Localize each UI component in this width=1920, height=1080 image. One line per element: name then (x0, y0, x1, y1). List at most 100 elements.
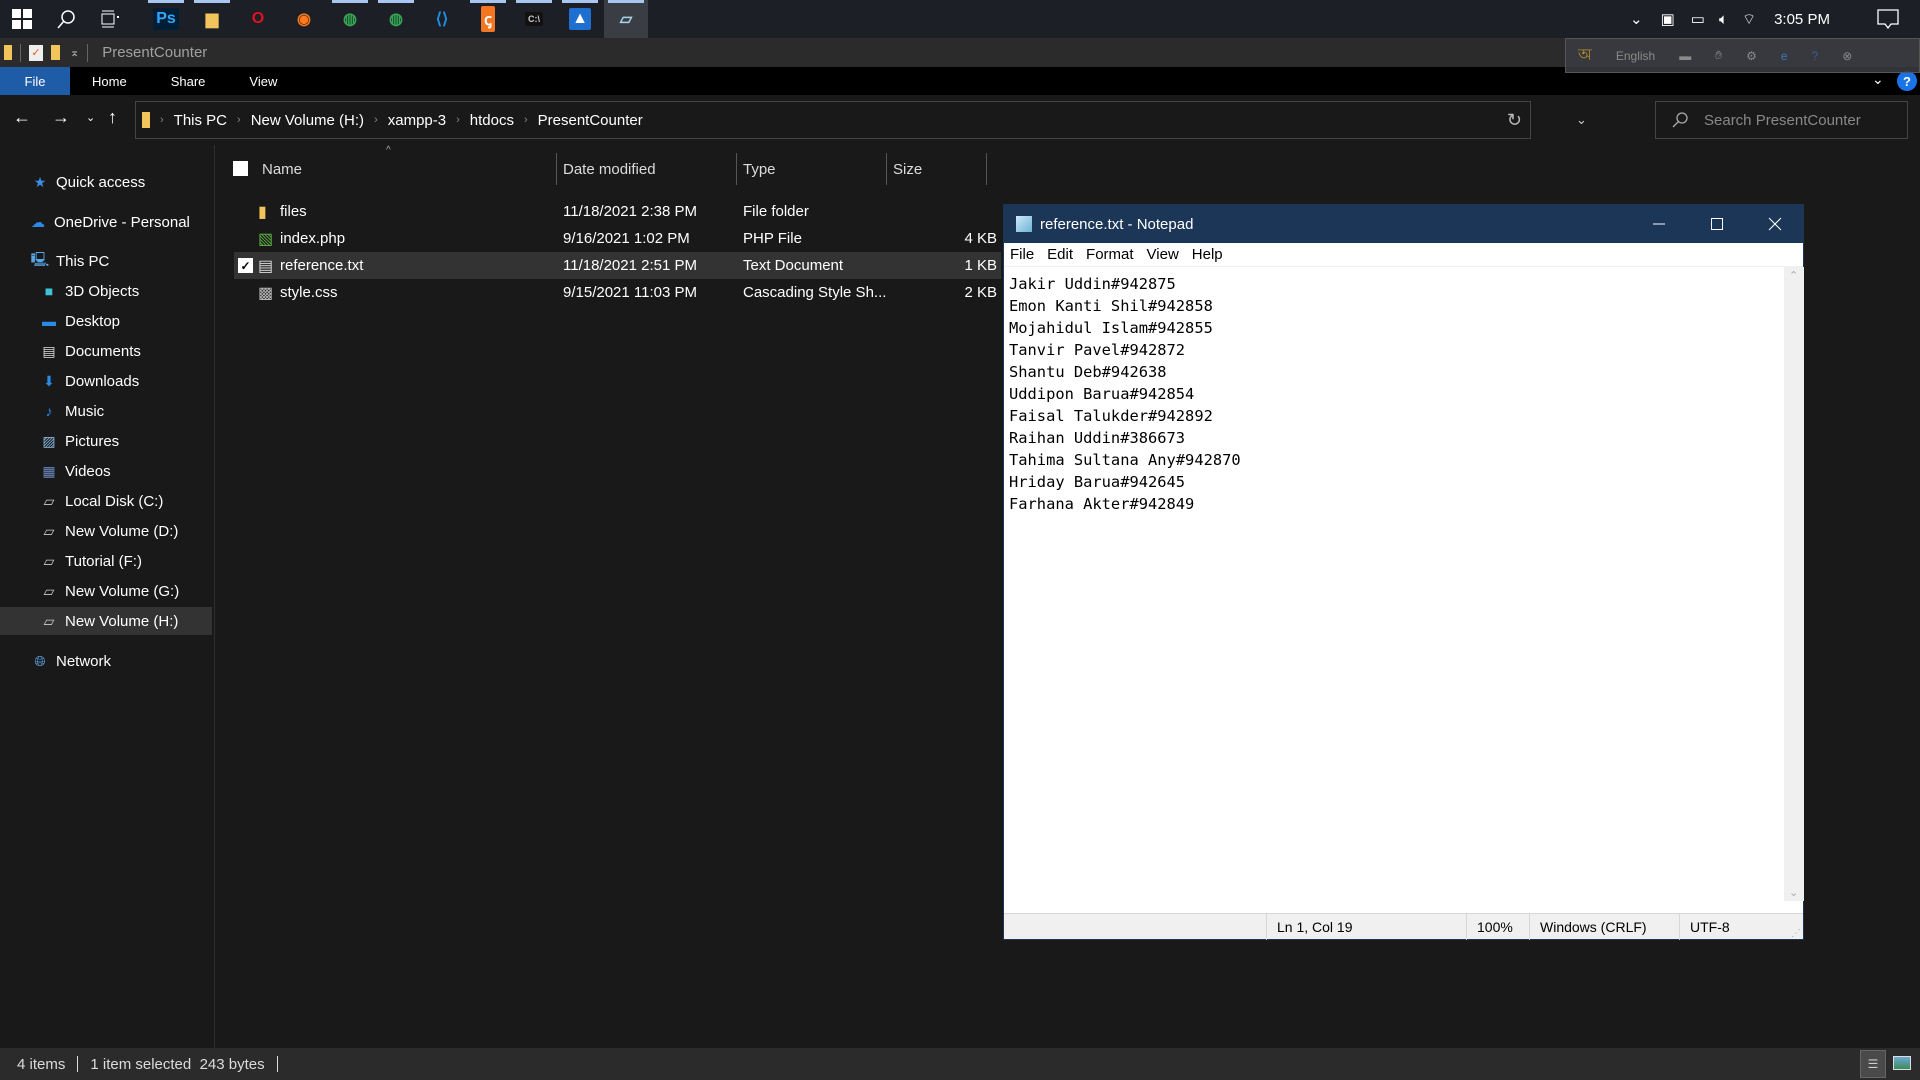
task-view-button[interactable] (88, 0, 132, 38)
camera-icon[interactable]: ▣ (1661, 10, 1675, 28)
file-row-reference-txt[interactable]: ✓ ▤ reference.txt 11/18/2021 2:51 PM Text Do… (234, 252, 1001, 279)
column-header-size[interactable]: Size (887, 153, 987, 185)
battery-icon[interactable]: ▭ (1691, 10, 1705, 28)
breadcrumb-new-volume-h[interactable]: New Volume (H:) (251, 112, 364, 129)
sidebar-item-new-volume-d[interactable]: ▱ New Volume (D:) (0, 517, 212, 545)
chevron-right-icon[interactable]: › (374, 114, 378, 126)
up-button[interactable]: ↑ (108, 107, 117, 128)
taskbar-app-xampp[interactable]: ꞔ (466, 0, 510, 38)
taskbar-app-notepad[interactable]: ▱ (604, 0, 648, 38)
show-hidden-icons-icon[interactable]: ⌄ (1630, 10, 1643, 28)
help-icon[interactable]: ? (1812, 49, 1819, 63)
file-row-index-php[interactable]: ▧ index.php 9/16/2021 1:02 PM PHP File 4 KB (234, 225, 1001, 252)
internet-explorer-icon[interactable]: e (1781, 49, 1788, 63)
tab-share[interactable]: Share (149, 67, 228, 95)
taskbar-app-photos[interactable]: ▲ (558, 0, 602, 38)
sidebar-item-desktop[interactable]: ▬ Desktop (0, 307, 212, 335)
search-box[interactable]: Search PresentCounter (1655, 101, 1908, 139)
taskbar-app-file-explorer[interactable]: ▆ (190, 0, 234, 38)
tab-home[interactable]: Home (70, 67, 149, 95)
sidebar-item-this-pc[interactable]: 🖳︎ This PC (0, 247, 212, 275)
select-all-checkbox[interactable] (233, 161, 248, 176)
language-selector[interactable]: English (1616, 49, 1655, 63)
notepad-text-area[interactable]: Jakir Uddin#942875 Emon Kanti Shil#942858… (1004, 267, 1784, 901)
taskbar-app-chrome-profile[interactable]: ◍ (328, 0, 372, 38)
help-icon[interactable]: ? (1897, 71, 1917, 91)
sidebar-item-downloads[interactable]: ⬇ Downloads (0, 367, 212, 395)
details-view-button[interactable]: ☰ (1860, 1050, 1886, 1078)
taskbar-app-photoshop[interactable]: Ps (144, 0, 188, 38)
notepad-title-bar[interactable]: reference.txt - Notepad (1004, 205, 1803, 243)
sidebar-item-local-disk-c[interactable]: ▱ Local Disk (C:) (0, 487, 212, 515)
large-icons-view-button[interactable] (1893, 1056, 1911, 1070)
close-langbar-icon[interactable]: ⊗ (1842, 49, 1852, 63)
address-bar[interactable]: › This PC › New Volume (H:) › xampp-3 › … (135, 101, 1587, 139)
action-center-button[interactable] (1868, 0, 1908, 38)
sidebar-item-new-volume-g[interactable]: ▱ New Volume (G:) (0, 577, 212, 605)
breadcrumb-htdocs[interactable]: htdocs (470, 112, 514, 129)
menu-help[interactable]: Help (1192, 246, 1223, 263)
search-input[interactable]: Search PresentCounter (1704, 112, 1861, 129)
minimize-button[interactable] (1630, 205, 1688, 243)
customize-toolbar-icon[interactable]: ⌅ (70, 46, 79, 59)
sidebar-item-3d-objects[interactable]: ■ 3D Objects (0, 277, 212, 305)
menu-file[interactable]: File (1010, 246, 1034, 263)
breadcrumb-presentcounter[interactable]: PresentCounter (538, 112, 643, 129)
menu-format[interactable]: Format (1086, 246, 1134, 263)
maximize-button[interactable] (1688, 205, 1746, 243)
hand-icon[interactable]: ✋︎ (1715, 48, 1722, 63)
close-button[interactable] (1746, 205, 1804, 243)
sidebar-item-onedrive[interactable]: ☁ OneDrive - Personal (0, 208, 212, 236)
sidebar-item-network[interactable]: 🌐︎ Network (0, 647, 212, 675)
taskbar-app-firefox[interactable]: ◉ (282, 0, 326, 38)
tab-view[interactable]: View (227, 67, 299, 95)
maximize-icon (1711, 218, 1723, 230)
start-button[interactable] (0, 0, 44, 38)
file-row-files[interactable]: ▮ files 11/18/2021 2:38 PM File folder (234, 198, 1001, 225)
sidebar-item-documents[interactable]: ▤ Documents (0, 337, 212, 365)
wifi-icon[interactable]: ⌔ (1742, 10, 1756, 29)
file-row-style-css[interactable]: ▩ style.css 9/15/2021 11:03 PM Cascading St… (234, 279, 1001, 306)
divider (87, 43, 89, 62)
scroll-up-icon[interactable]: ⌃ (1789, 269, 1798, 282)
row-checkbox[interactable]: ✓ (238, 258, 253, 273)
column-header-date[interactable]: Date modified (557, 153, 737, 185)
clock[interactable]: 3:05 PM (1774, 11, 1830, 28)
chevron-right-icon[interactable]: › (237, 114, 241, 126)
tab-file[interactable]: File (0, 67, 70, 95)
scroll-down-icon[interactable]: ⌄ (1789, 886, 1798, 899)
sidebar-item-new-volume-h[interactable]: ▱ New Volume (H:) (0, 607, 212, 635)
recent-locations-button[interactable]: ⌄ (86, 111, 95, 124)
column-header-name[interactable]: Name ^ (256, 145, 557, 185)
bangla-input-icon[interactable]: অ (1578, 42, 1592, 69)
column-header-type[interactable]: Type (737, 153, 887, 185)
vertical-scrollbar[interactable]: ⌃ ⌄ (1784, 267, 1804, 901)
sidebar-item-videos[interactable]: ▦ Videos (0, 457, 212, 485)
taskbar-app-opera[interactable]: O (236, 0, 280, 38)
chevron-right-icon[interactable]: › (524, 114, 528, 126)
settings-icon[interactable]: ⚙ (1746, 49, 1757, 63)
chevron-right-icon[interactable]: › (456, 114, 460, 126)
expand-ribbon-icon[interactable]: ⌄ (1872, 71, 1884, 88)
taskbar-app-chrome[interactable]: ◍ (374, 0, 418, 38)
breadcrumb-xampp-3[interactable]: xampp-3 (388, 112, 446, 129)
search-button[interactable] (44, 0, 88, 38)
forward-button[interactable]: → (52, 107, 70, 128)
volume-icon[interactable]: 🔈︎ (1719, 11, 1728, 28)
sidebar-item-quick-access[interactable]: ★ Quick access (0, 168, 212, 196)
resize-grip-icon[interactable]: ⋰ (1791, 928, 1801, 939)
back-button[interactable]: ← (13, 107, 31, 128)
keyboard-icon[interactable]: ▬ (1679, 49, 1691, 63)
taskbar-app-vscode[interactable]: ⟨⟩ (420, 0, 464, 38)
sidebar-item-pictures[interactable]: ▨ Pictures (0, 427, 212, 455)
refresh-icon[interactable]: ↻ (1507, 110, 1522, 131)
menu-view[interactable]: View (1147, 246, 1179, 263)
sidebar-item-music[interactable]: ♪ Music (0, 397, 212, 425)
address-dropdown-icon[interactable]: ⌄ (1576, 112, 1587, 128)
breadcrumb-this-pc[interactable]: This PC (174, 112, 227, 129)
properties-icon[interactable]: ✓ (29, 44, 43, 61)
new-folder-icon[interactable] (51, 45, 60, 60)
menu-edit[interactable]: Edit (1047, 246, 1073, 263)
sidebar-item-tutorial-f[interactable]: ▱ Tutorial (F:) (0, 547, 212, 575)
taskbar-app-terminal[interactable]: C:\ (512, 0, 556, 38)
